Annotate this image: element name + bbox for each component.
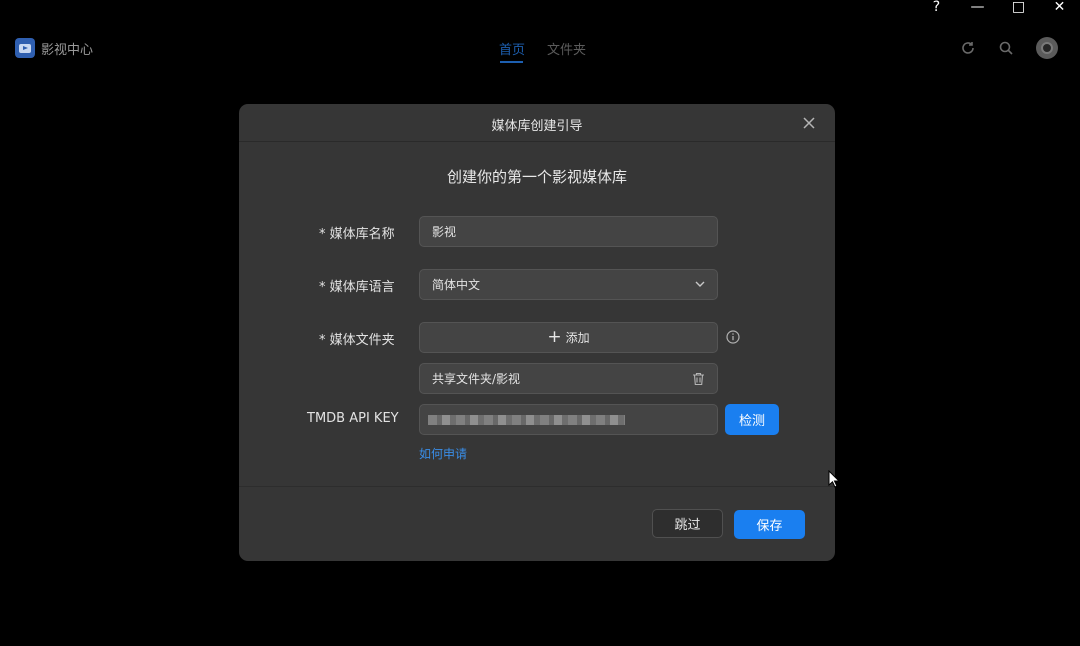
- tmdb-api-key-input[interactable]: [419, 404, 718, 435]
- dialog-heading: 创建你的第一个影视媒体库: [446, 168, 627, 186]
- mouse-cursor-icon: [828, 470, 840, 488]
- plus-icon: +: [547, 327, 562, 347]
- folder-path: 共享文件夹/影视: [432, 372, 521, 386]
- app-logo-icon: [15, 38, 35, 58]
- app-name: 影视中心: [41, 43, 94, 58]
- media-folder-label: * 媒体文件夹: [319, 333, 395, 348]
- check-api-button[interactable]: 检测: [725, 404, 779, 435]
- media-library-wizard-dialog: 媒体库创建引导 创建你的第一个影视媒体库 * 媒体库名称 影视 * 媒体库语言 …: [239, 104, 835, 561]
- close-icon[interactable]: [802, 115, 816, 129]
- library-name-value: 影视: [432, 225, 457, 239]
- active-tab-indicator: [500, 61, 523, 63]
- tmdb-api-key-label: TMDB API KEY: [307, 411, 399, 426]
- add-folder-label: 添加: [565, 331, 590, 345]
- add-folder-button[interactable]: + 添加: [419, 322, 718, 353]
- minimize-button[interactable]: —: [957, 0, 998, 14]
- maximize-button[interactable]: □: [998, 0, 1039, 14]
- help-button[interactable]: ?: [916, 0, 957, 14]
- tab-home[interactable]: 首页: [499, 39, 525, 58]
- library-language-value: 简体中文: [432, 278, 481, 292]
- search-icon[interactable]: [996, 38, 1016, 58]
- folder-list-item: 共享文件夹/影视: [419, 363, 718, 394]
- avatar[interactable]: [1036, 37, 1058, 59]
- save-button[interactable]: 保存: [734, 510, 805, 539]
- library-name-label: * 媒体库名称: [319, 227, 395, 242]
- divider: [239, 141, 835, 142]
- library-name-input[interactable]: 影视: [419, 216, 718, 247]
- refresh-icon[interactable]: [958, 38, 978, 58]
- how-to-apply-link[interactable]: 如何申请: [419, 445, 467, 462]
- library-language-label: * 媒体库语言: [319, 280, 395, 295]
- library-language-select[interactable]: 简体中文: [419, 269, 718, 300]
- skip-button[interactable]: 跳过: [652, 509, 723, 538]
- info-icon[interactable]: [726, 329, 740, 344]
- trash-icon[interactable]: [692, 372, 705, 386]
- masked-api-key: [428, 415, 625, 425]
- chevron-down-icon: [695, 281, 705, 287]
- window-controls: ? — □ ✕: [916, 0, 1080, 14]
- close-window-button[interactable]: ✕: [1039, 0, 1080, 14]
- dialog-title: 媒体库创建引导: [491, 119, 583, 134]
- tab-folders[interactable]: 文件夹: [547, 39, 586, 58]
- divider: [239, 486, 835, 487]
